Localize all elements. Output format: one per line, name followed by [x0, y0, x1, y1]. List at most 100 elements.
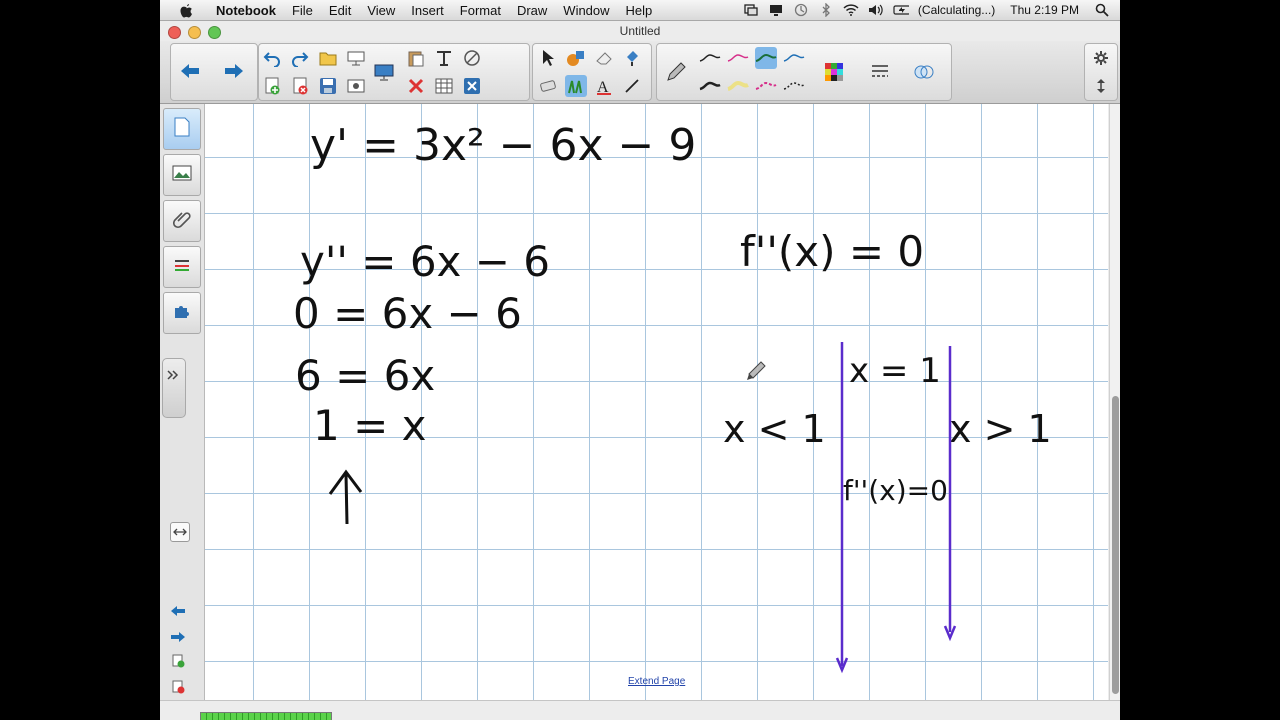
delete-x-icon[interactable]: [405, 75, 427, 97]
display-icon[interactable]: [768, 3, 784, 17]
gallery-image-icon: [172, 165, 192, 186]
delete-page-small-icon[interactable]: [170, 680, 186, 694]
battery-icon[interactable]: [893, 3, 909, 17]
pen-style-8[interactable]: [783, 75, 805, 97]
add-page-icon[interactable]: [261, 75, 283, 97]
scrollbar-thumb[interactable]: [1112, 396, 1119, 694]
color-palette-icon[interactable]: [823, 61, 845, 83]
screen-capture-icon[interactable]: [345, 75, 367, 97]
bluetooth-icon[interactable]: [818, 3, 834, 17]
apple-icon[interactable]: [178, 2, 194, 18]
table-tool-icon[interactable]: [433, 47, 455, 69]
interval-right: x > 1: [949, 407, 1052, 451]
fill-icon[interactable]: [621, 47, 643, 69]
app-menu[interactable]: Notebook: [208, 3, 284, 18]
previous-page-icon[interactable]: [170, 604, 186, 618]
properties-tab[interactable]: [163, 246, 201, 288]
time-machine-icon[interactable]: [793, 3, 809, 17]
undo-icon[interactable]: [261, 47, 283, 69]
eraser-tool-icon[interactable]: [537, 75, 559, 97]
menu-format[interactable]: Format: [452, 3, 509, 18]
notebook-app: Notebook File Edit View Insert Format Dr…: [160, 0, 1120, 720]
pen-style-1[interactable]: [699, 47, 721, 69]
display-screen-icon[interactable]: [373, 61, 395, 83]
eraser-icon[interactable]: [593, 47, 615, 69]
condition-second-derivative: f''(x) = 0: [740, 227, 924, 276]
menu-edit[interactable]: Edit: [321, 3, 359, 18]
move-toolbar-icon[interactable]: [1090, 75, 1112, 97]
pen-icon[interactable]: [665, 61, 687, 83]
menu-view[interactable]: View: [359, 3, 403, 18]
line-style-icon[interactable]: [869, 61, 891, 83]
pen-style-5[interactable]: [699, 75, 721, 97]
svg-text:A: A: [597, 79, 609, 95]
select-arrow-icon[interactable]: [537, 47, 559, 69]
wifi-icon[interactable]: [843, 3, 859, 17]
up-arrow-drawing: [328, 469, 363, 525]
pen-style-6[interactable]: [727, 75, 749, 97]
attachments-tab[interactable]: [163, 200, 201, 242]
puzzle-piece-icon: [173, 302, 191, 325]
edit-group: [258, 43, 530, 101]
pencil-cursor-icon: [747, 361, 766, 380]
volume-icon[interactable]: [868, 3, 884, 17]
gallery-tab[interactable]: [163, 154, 201, 196]
pen-style-2[interactable]: [727, 47, 749, 69]
line-tool-icon[interactable]: [621, 75, 643, 97]
close-box-icon[interactable]: [461, 75, 483, 97]
addons-tab[interactable]: [163, 292, 201, 334]
back-arrow-icon[interactable]: [179, 60, 201, 82]
menu-file[interactable]: File: [284, 3, 321, 18]
presentation-icon[interactable]: [345, 47, 367, 69]
creative-pen-icon[interactable]: [565, 75, 587, 97]
save-icon[interactable]: [317, 75, 339, 97]
screenshot-icon[interactable]: [743, 3, 759, 17]
next-page-icon[interactable]: [170, 630, 186, 644]
pen-styles-group: [656, 43, 952, 101]
add-page-small-icon[interactable]: [170, 654, 186, 668]
side-tabs: [160, 104, 205, 720]
delete-page-icon[interactable]: [289, 75, 311, 97]
equation-line-4: 6 = 6x: [295, 351, 435, 400]
menu-help[interactable]: Help: [618, 3, 661, 18]
magic-pen-icon[interactable]: [461, 47, 483, 69]
menu-window[interactable]: Window: [555, 3, 617, 18]
zoom-window-button[interactable]: [208, 26, 221, 39]
whiteboard-canvas[interactable]: y' = 3x² − 6x − 9 y'' = 6x − 6 0 = 6x − …: [205, 104, 1108, 700]
pen-style-4[interactable]: [783, 47, 805, 69]
shapes-icon[interactable]: [565, 47, 587, 69]
page-sorter-tab[interactable]: [163, 108, 201, 150]
menu-draw[interactable]: Draw: [509, 3, 555, 18]
pen-style-3-selected[interactable]: [755, 47, 777, 69]
gear-icon[interactable]: [1090, 47, 1112, 69]
menu-bar: Notebook File Edit View Insert Format Dr…: [160, 0, 1120, 21]
condition-small: f''(x)=0: [843, 474, 948, 507]
equation-line-3: 0 = 6x − 6: [293, 289, 522, 338]
toolbar-settings-group: [1084, 43, 1118, 101]
spotlight-search-icon[interactable]: [1094, 3, 1110, 17]
vertical-scrollbar[interactable]: [1109, 104, 1120, 700]
minimize-window-button[interactable]: [188, 26, 201, 39]
forward-arrow-icon[interactable]: [223, 60, 245, 82]
close-window-button[interactable]: [168, 26, 181, 39]
pen-style-7[interactable]: [755, 75, 777, 97]
window-titlebar: Untitled: [160, 21, 1120, 41]
status-area: (Calculating...) Thu 2:19 PM: [743, 0, 1110, 20]
properties-lines-icon: [172, 257, 192, 278]
open-folder-icon[interactable]: [317, 47, 339, 69]
critical-x-value: x = 1: [849, 351, 941, 391]
ink-level-bar: [200, 712, 332, 720]
extend-page-link[interactable]: Extend Page: [628, 676, 685, 687]
menu-insert[interactable]: Insert: [403, 3, 452, 18]
collapse-sidebar-handle[interactable]: [162, 358, 186, 418]
clock[interactable]: Thu 2:19 PM: [1010, 3, 1079, 17]
properties-icon[interactable]: [913, 61, 935, 83]
equation-line-1: y' = 3x² − 6x − 9: [310, 120, 696, 171]
double-chevron-icon: [167, 367, 179, 385]
battery-status: (Calculating...): [917, 3, 996, 17]
insert-table-icon[interactable]: [433, 75, 455, 97]
paste-icon[interactable]: [405, 47, 427, 69]
redo-icon[interactable]: [289, 47, 311, 69]
swap-side-icon[interactable]: [170, 522, 190, 542]
text-tool-icon[interactable]: A: [593, 75, 615, 97]
